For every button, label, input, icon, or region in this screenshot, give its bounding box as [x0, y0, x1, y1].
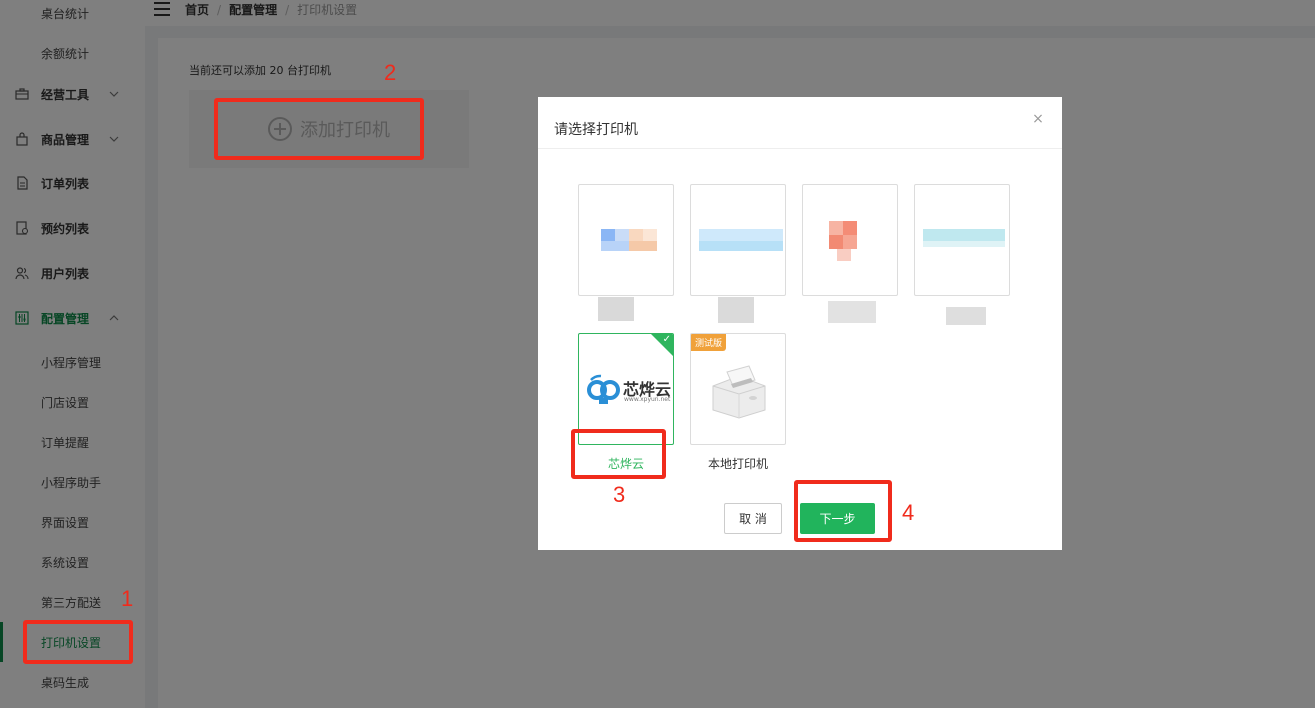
printer-card-1[interactable]	[578, 184, 674, 296]
blurred-logo	[923, 229, 1005, 241]
annotation-box-1	[23, 620, 133, 664]
blurred-logo	[615, 229, 629, 241]
dialog-title: 请选择打印机	[554, 122, 638, 138]
annotation-number-3: 3	[613, 482, 626, 507]
printer-card-3[interactable]	[802, 184, 898, 296]
printer-label-local: 本地打印机	[707, 457, 768, 471]
blurred-logo	[843, 221, 857, 235]
blurred-logo	[837, 249, 851, 261]
check-icon: ✓	[662, 334, 671, 345]
blurred-logo	[699, 241, 783, 251]
blurred-logo	[629, 229, 643, 241]
blurred-logo	[601, 241, 629, 251]
annotation-box-3	[571, 429, 666, 479]
annotation-number-4: 4	[902, 500, 915, 525]
printer-card-4[interactable]	[914, 184, 1010, 296]
blurred-label	[718, 297, 754, 323]
annotation-box-4	[794, 480, 892, 542]
cancel-button[interactable]: 取 消	[724, 503, 782, 534]
test-version-badge: 测试版	[691, 334, 727, 351]
blurred-logo	[829, 235, 843, 249]
printer-card-2[interactable]	[690, 184, 786, 296]
annotation-number-2: 2	[384, 60, 397, 85]
blurred-logo	[923, 241, 1005, 247]
blurred-label	[598, 297, 634, 321]
close-icon[interactable]: ×	[1031, 112, 1045, 126]
blurred-logo	[601, 229, 615, 241]
blurred-logo	[699, 229, 783, 241]
blurred-logo	[829, 221, 843, 235]
xpyun-logo-url: www.xpyun.net	[624, 396, 671, 403]
blurred-logo	[843, 235, 857, 249]
blurred-logo	[643, 229, 657, 241]
blurred-label	[946, 307, 986, 325]
xpyun-logo-icon	[587, 374, 620, 404]
blurred-label	[828, 301, 876, 323]
printer-card-local[interactable]: 测试版	[690, 333, 786, 445]
printer-icon	[712, 365, 766, 419]
blurred-logo	[629, 241, 657, 251]
annotation-number-1: 1	[121, 586, 134, 611]
annotation-box-2	[214, 98, 424, 160]
divider	[538, 148, 1062, 149]
